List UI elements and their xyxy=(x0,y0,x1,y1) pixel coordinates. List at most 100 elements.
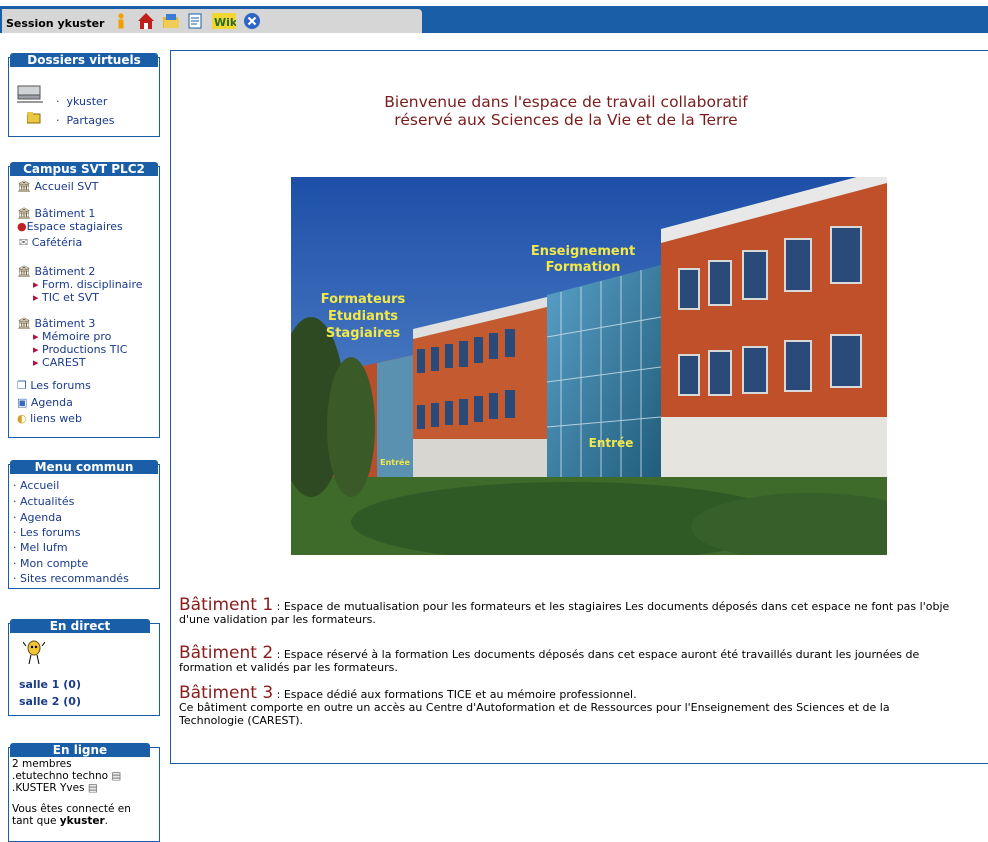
menu-item-label: Sites recommandés xyxy=(20,572,129,585)
campus-bat3-link[interactable]: 🏛 Bâtiment 3 xyxy=(17,317,95,330)
batiment-3-title[interactable]: Bâtiment 3 xyxy=(179,683,273,703)
campus-box: Campus SVT PLC2 🏛 Accueil SVT 🏛 Bâtiment… xyxy=(8,162,160,438)
batiment-3-text-3: Technologie (CAREST). xyxy=(179,714,304,727)
label-stagiaires: Stagiaires xyxy=(326,326,401,341)
campus-cafe-link[interactable]: ✉ Cafétéria xyxy=(19,236,82,249)
direct-box: En direct salle 1 (0) salle 2 (0) xyxy=(8,619,160,716)
menu-item-sites[interactable]: · Sites recommandés xyxy=(13,572,129,585)
dossier-ykuster-link[interactable]: · ykuster xyxy=(56,95,107,108)
menu-item-label: Actualités xyxy=(20,495,75,508)
arrow-right-icon: ▸ xyxy=(33,291,39,304)
mail-icon: ✉ xyxy=(19,236,29,249)
menu-item-label: Agenda xyxy=(20,511,62,524)
campus-memoire-label: Mémoire pro xyxy=(42,330,112,343)
menu-item-actualites[interactable]: · Actualités xyxy=(13,495,74,508)
member-kuster[interactable]: .KUSTER Yves ▤ xyxy=(12,782,98,794)
batiment-2-text-2: formation et validés par les formateurs. xyxy=(179,661,398,674)
dossiers-box: Dossiers virtuels · ykuster · Partages xyxy=(8,53,160,137)
campus-cafe-label: Cafétéria xyxy=(31,236,83,249)
menu-item-label: Mon compte xyxy=(20,557,89,570)
batiment-2-title[interactable]: Bâtiment 2 xyxy=(179,643,273,663)
direct-title: En direct xyxy=(10,619,150,633)
label-entree-small: Entrée xyxy=(380,457,410,467)
batiment-1-text-2: d'une validation par les formateurs. xyxy=(179,613,376,626)
campus-memoire-link[interactable]: ▸ Mémoire pro xyxy=(33,330,111,343)
menu-item-forums[interactable]: · Les forums xyxy=(13,526,80,539)
campus-agenda-link[interactable]: ▣ Agenda xyxy=(17,396,73,409)
campus-bat1-link[interactable]: 🏛 Bâtiment 1 xyxy=(17,207,95,220)
info-icon[interactable] xyxy=(112,12,130,30)
session-label: Session ykuster xyxy=(6,16,105,30)
label-enseignement: Enseignement xyxy=(531,244,635,259)
campus-photo: Enseignement Formation Formateurs Etudia… xyxy=(291,177,887,555)
welcome-heading: Bienvenue dans l'espace de travail colla… xyxy=(171,93,961,129)
menu-item-compte[interactable]: · Mon compte xyxy=(13,557,88,570)
connected-line-1: Vous êtes connecté en xyxy=(12,803,131,815)
campus-forums-link[interactable]: ❐ Les forums xyxy=(17,379,91,392)
campus-form-label: Form. disciplinaire xyxy=(42,278,143,291)
campus-bat2-label: Bâtiment 2 xyxy=(34,265,96,278)
campus-forums-label: Les forums xyxy=(30,379,91,392)
menu-item-accueil[interactable]: · Accueil xyxy=(13,479,59,492)
member-etutechno[interactable]: .etutechno techno ▤ xyxy=(12,770,121,782)
welcome-line-2: réservé aux Sciences de la Vie et de la … xyxy=(394,111,738,129)
campus-carest-link[interactable]: ▸ CAREST xyxy=(33,356,86,369)
dossier-partages-link[interactable]: · Partages xyxy=(56,114,114,127)
campus-accueil-link[interactable]: 🏛 Accueil SVT xyxy=(17,180,98,193)
campus-tic-link[interactable]: ▸ TIC et SVT xyxy=(33,291,99,304)
arrow-right-icon: ▸ xyxy=(33,330,39,343)
campus-photo-illustration: Enseignement Formation Formateurs Etudia… xyxy=(291,177,887,555)
menu-item-label: Les forums xyxy=(20,526,81,539)
batiment-1-text: : Espace de mutualisation pour les forma… xyxy=(273,600,950,613)
top-bar: Session ykuster Wiki xyxy=(0,0,988,33)
folder-share-icon xyxy=(26,112,41,127)
campus-liens-label: liens web xyxy=(30,412,82,425)
wiki-icon[interactable]: Wiki xyxy=(212,12,241,30)
message-icon[interactable]: ▤ xyxy=(111,770,121,782)
connected-user: ykuster xyxy=(59,815,105,827)
salle2-link[interactable]: salle 2 (0) xyxy=(19,695,81,708)
label-formation: Formation xyxy=(546,260,621,275)
campus-prod-link[interactable]: ▸ Productions TIC xyxy=(33,343,127,356)
campus-bat2-link[interactable]: 🏛 Bâtiment 2 xyxy=(17,265,95,278)
label-formateurs: Formateurs xyxy=(321,292,406,307)
campus-bat3-label: Bâtiment 3 xyxy=(34,317,96,330)
batiment-3-block: Bâtiment 3 : Espace dédié aux formations… xyxy=(179,685,988,728)
home-icon[interactable] xyxy=(137,12,155,30)
building-icon: 🏛 xyxy=(17,207,31,220)
building-icon: 🏛 xyxy=(17,180,31,193)
arrow-right-icon: ▸ xyxy=(33,343,39,356)
campus-agenda-label: Agenda xyxy=(30,396,73,409)
batiment-3-text: : Espace dédié aux formations TICE et au… xyxy=(273,688,637,701)
campus-espace-label: Espace stagiaires xyxy=(26,220,123,233)
campus-form-link[interactable]: ▸ Form. disciplinaire xyxy=(33,278,143,291)
welcome-line-1: Bienvenue dans l'espace de travail colla… xyxy=(384,93,748,111)
members-count: 2 membres xyxy=(12,758,72,770)
campus-bat1-label: Bâtiment 1 xyxy=(34,207,96,220)
group-icon: ● xyxy=(17,220,27,233)
message-icon[interactable]: ▤ xyxy=(88,782,98,794)
label-etudiants: Etudiants xyxy=(328,309,398,324)
svg-text:Wiki: Wiki xyxy=(214,16,236,29)
menu-item-mel[interactable]: · Mel Iufm xyxy=(13,541,68,554)
menu-item-agenda[interactable]: · Agenda xyxy=(13,511,62,524)
member-name: .KUSTER Yves xyxy=(12,782,85,794)
campus-liens-link[interactable]: ◐ liens web xyxy=(17,412,82,425)
menu-item-label: Mel Iufm xyxy=(20,541,68,554)
salle1-link[interactable]: salle 1 (0) xyxy=(19,678,81,691)
batiment-1-title[interactable]: Bâtiment 1 xyxy=(179,595,273,615)
enligne-box: En ligne 2 membres .etutechno techno ▤ .… xyxy=(8,743,160,842)
document-icon[interactable] xyxy=(187,12,205,30)
folder-icon[interactable] xyxy=(162,12,180,30)
connected-prefix: tant que xyxy=(12,815,57,827)
mascot-icon xyxy=(22,640,46,669)
dossier-ykuster-label: ykuster xyxy=(66,95,108,108)
campus-accueil-label: Accueil SVT xyxy=(34,180,99,193)
dossiers-title: Dossiers virtuels xyxy=(10,53,158,67)
close-icon[interactable] xyxy=(243,12,261,30)
main-panel: Bienvenue dans l'espace de travail colla… xyxy=(170,50,988,764)
batiment-1-block: Bâtiment 1 : Espace de mutualisation pou… xyxy=(179,597,988,627)
campus-title: Campus SVT PLC2 xyxy=(10,162,158,176)
campus-espace-link[interactable]: ●Espace stagiaires xyxy=(17,220,123,233)
connected-dot: . xyxy=(104,815,109,827)
